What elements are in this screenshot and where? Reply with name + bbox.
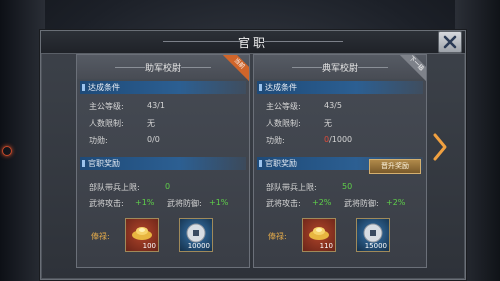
section-tick xyxy=(82,84,85,91)
chevron-right-icon xyxy=(433,133,447,161)
merit-value: 0/1000 xyxy=(324,135,352,144)
next-rank-ribbon: 下一级 xyxy=(400,55,426,81)
troop-limit-label: 部队带兵上限: xyxy=(89,183,140,192)
general-attack-value: +1% xyxy=(135,198,155,207)
promotion-reward-button[interactable]: 晋升奖励 xyxy=(369,159,421,174)
general-attack-label: 武将攻击: xyxy=(89,199,124,208)
dialog-title: 官职 xyxy=(237,36,268,50)
lord-level-label: 主公等级: xyxy=(266,102,301,111)
rewards-header: 官职奖励 xyxy=(80,157,246,170)
lord-level-label: 主公等级: xyxy=(89,102,124,111)
conditions-header-label: 达成条件 xyxy=(265,83,297,92)
reward-count: 10000 xyxy=(187,242,210,250)
general-defense-label: 武将防御: xyxy=(167,199,202,208)
gold-ingot-icon xyxy=(132,227,152,240)
ribbon-label: 当前 xyxy=(223,55,249,81)
reward-count: 15000 xyxy=(364,242,387,250)
member-limit-value: 无 xyxy=(147,119,155,128)
reward-item-coin[interactable]: 15000 xyxy=(356,218,390,252)
rank-card-current: 助军校尉 当前 达成条件 主公等级: 43/1 人数限制: 无 功勋: 0/0 … xyxy=(76,54,250,268)
merit-label: 功勋: xyxy=(89,136,108,145)
title-bar: 官职 xyxy=(41,31,465,54)
conditions-header: 达成条件 xyxy=(80,81,246,94)
lord-level-value: 43/5 xyxy=(324,101,342,110)
card-name-ornament-right xyxy=(358,67,388,68)
close-icon xyxy=(443,35,457,49)
troop-limit-value: 0 xyxy=(165,182,171,191)
next-page-arrow[interactable] xyxy=(432,132,448,166)
troop-limit-label: 部队带兵上限: xyxy=(266,183,317,192)
general-defense-value: +2% xyxy=(386,198,406,207)
conditions-header-label: 达成条件 xyxy=(88,83,120,92)
general-defense-label: 武将防御: xyxy=(344,199,379,208)
member-limit-value: 无 xyxy=(324,119,332,128)
reward-count: 100 xyxy=(142,242,156,250)
rewards-header-label: 官职奖励 xyxy=(88,159,120,168)
close-button[interactable] xyxy=(438,31,462,53)
merit-label: 功勋: xyxy=(266,136,285,145)
salary-label: 俸禄: xyxy=(268,232,287,241)
general-attack-label: 武将攻击: xyxy=(266,199,301,208)
title-ornament-right xyxy=(263,41,343,42)
troop-limit-value: 50 xyxy=(342,182,353,191)
ribbon-label: 下一级 xyxy=(400,55,426,81)
section-tick xyxy=(259,160,262,167)
coin-icon xyxy=(186,223,206,243)
general-defense-value: +1% xyxy=(209,198,229,207)
background-marker-icon xyxy=(2,146,12,156)
reward-count: 110 xyxy=(319,242,333,250)
merit-value: 0/0 xyxy=(147,135,160,144)
background-left xyxy=(0,0,45,281)
rank-card-next: 典军校尉 下一级 达成条件 主公等级: 43/5 人数限制: 无 功勋: 0/1… xyxy=(253,54,427,268)
reward-item-coin[interactable]: 10000 xyxy=(179,218,213,252)
reward-item-gold[interactable]: 110 xyxy=(302,218,336,252)
member-limit-label: 人数限制: xyxy=(266,119,301,128)
coin-icon xyxy=(363,223,383,243)
member-limit-label: 人数限制: xyxy=(89,119,124,128)
card-name-ornament-right xyxy=(181,67,211,68)
section-tick xyxy=(259,84,262,91)
rewards-header-label: 官职奖励 xyxy=(265,159,297,168)
gold-ingot-icon xyxy=(309,227,329,240)
reward-item-gold[interactable]: 100 xyxy=(125,218,159,252)
lord-level-value: 43/1 xyxy=(147,101,165,110)
current-rank-ribbon: 当前 xyxy=(223,55,249,81)
salary-label: 俸禄: xyxy=(91,232,110,241)
conditions-header: 达成条件 xyxy=(257,81,423,94)
section-tick xyxy=(82,160,85,167)
merit-required: /1000 xyxy=(329,135,353,144)
general-attack-value: +2% xyxy=(312,198,332,207)
